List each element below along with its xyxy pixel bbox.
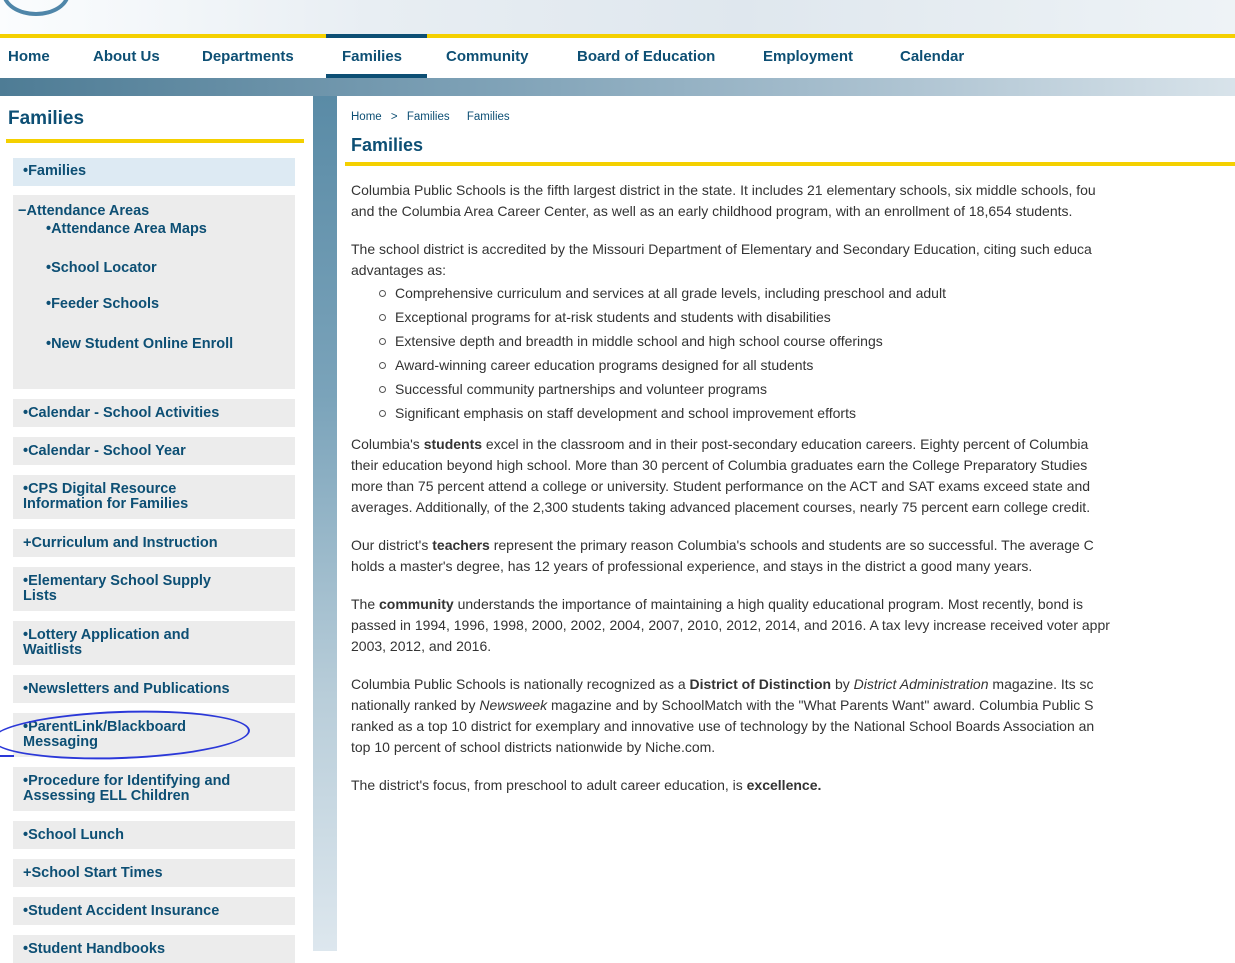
page-title: Families bbox=[351, 135, 424, 155]
focus-text: The district's focus, from preschool to … bbox=[351, 777, 747, 793]
students-text: Columbia's bbox=[351, 436, 424, 452]
nav-employment[interactable]: Employment bbox=[763, 48, 853, 65]
sidebar-item-cps-digital-resource[interactable]: •CPS Digital Resource Information for Fa… bbox=[13, 475, 295, 519]
sidebar-item-feeder-schools[interactable]: •Feeder Schools bbox=[46, 297, 266, 312]
students-line-3: more than 75 percent attend a college or… bbox=[351, 478, 1091, 494]
intro-line-1: Columbia Public Schools is the fifth lar… bbox=[351, 182, 1096, 198]
paragraph-teachers: Our district's teachers represent the pr… bbox=[351, 535, 1235, 577]
decorative-band bbox=[0, 78, 1235, 96]
nav-home[interactable]: Home bbox=[8, 48, 50, 65]
teachers-text: Our district's bbox=[351, 537, 433, 553]
sidebar-title: Families bbox=[8, 108, 85, 129]
recognition-line-3: ranked as a top 10 district for exemplar… bbox=[351, 718, 1095, 734]
recognition-newsweek: Newsweek bbox=[479, 697, 548, 713]
sidebar-item-procedure-ell[interactable]: •Procedure for Identifying and Assessing… bbox=[13, 767, 295, 811]
article-body: Columbia Public Schools is the fifth lar… bbox=[351, 180, 1235, 813]
recognition-line-2-cont: magazine and by SchoolMatch with the "Wh… bbox=[547, 697, 1094, 713]
breadcrumb-separator: > bbox=[390, 111, 398, 123]
breadcrumb-home-link[interactable]: Home bbox=[351, 111, 382, 123]
breadcrumb: Home > Families Families bbox=[351, 111, 516, 123]
header-banner bbox=[0, 0, 1235, 36]
breadcrumb-families-link[interactable]: Families bbox=[407, 111, 450, 123]
title-divider bbox=[345, 162, 1235, 166]
sidebar-item-newsletters-and-publications[interactable]: •Newsletters and Publications bbox=[13, 675, 295, 703]
list-item: Comprehensive curriculum and services at… bbox=[379, 281, 1235, 305]
sidebar-item-lottery-application[interactable]: •Lottery Application and Waitlists bbox=[13, 621, 295, 665]
sidebar-item-curriculum-and-instruction[interactable]: +Curriculum and Instruction bbox=[13, 529, 295, 557]
nav-board-of-education[interactable]: Board of Education bbox=[577, 48, 715, 65]
sidebar-item-attendance-areas[interactable]: −Attendance Areas bbox=[18, 203, 149, 219]
sidebar-item-calendar-school-activities[interactable]: •Calendar - School Activities bbox=[13, 399, 295, 427]
intro-line-2: and the Columbia Area Career Center, as … bbox=[351, 203, 1073, 219]
community-bold: community bbox=[379, 596, 454, 612]
teachers-text-cont: represent the primary reason Columbia's … bbox=[489, 537, 1094, 553]
logo[interactable] bbox=[2, 0, 70, 16]
paragraph-focus: The district's focus, from preschool to … bbox=[351, 775, 1235, 796]
sidebar-item-student-handbooks[interactable]: •Student Handbooks bbox=[13, 935, 295, 963]
recognition-line-4: top 10 percent of school districts natio… bbox=[351, 739, 716, 755]
sidebar-item-school-lunch[interactable]: •School Lunch bbox=[13, 821, 295, 849]
community-text-cont: understands the importance of maintainin… bbox=[453, 596, 1084, 612]
sidebar-item-new-student-online-enroll[interactable]: •New Student Online Enroll bbox=[46, 337, 236, 352]
sidebar-item-calendar-school-year[interactable]: •Calendar - School Year bbox=[13, 437, 295, 465]
sidebar-item-elementary-school-supply-lists[interactable]: •Elementary School Supply Lists bbox=[13, 567, 295, 611]
list-item: Significant emphasis on staff developmen… bbox=[379, 401, 1235, 425]
sidebar-item-families[interactable]: •Families bbox=[13, 158, 295, 186]
community-line-3: 2003, 2012, and 2016. bbox=[351, 638, 492, 654]
students-bold: students bbox=[423, 436, 483, 452]
teachers-line-2: holds a master's degree, has 12 years of… bbox=[351, 558, 1033, 574]
paragraph-recognition: Columbia Public Schools is nationally re… bbox=[351, 674, 1235, 758]
sidebar-item-attendance-area-maps[interactable]: •Attendance Area Maps bbox=[46, 222, 266, 237]
paragraph-intro: Columbia Public Schools is the fifth lar… bbox=[351, 180, 1235, 222]
advantages-list: Comprehensive curriculum and services at… bbox=[351, 281, 1235, 425]
list-item: Successful community partnerships and vo… bbox=[379, 377, 1235, 401]
nav-community[interactable]: Community bbox=[446, 48, 529, 65]
nav-departments[interactable]: Departments bbox=[202, 48, 294, 65]
recognition-italic: District Administration bbox=[853, 676, 989, 692]
main-nav: Home About Us Departments Families Commu… bbox=[0, 34, 1235, 78]
paragraph-accreditation: The school district is accredited by the… bbox=[351, 239, 1235, 281]
breadcrumb-current: Families bbox=[466, 111, 510, 123]
paragraph-community: The community understands the importance… bbox=[351, 594, 1235, 657]
list-item: Exceptional programs for at-risk student… bbox=[379, 305, 1235, 329]
accreditation-line-1: The school district is accredited by the… bbox=[351, 241, 1092, 257]
teachers-bold: teachers bbox=[432, 537, 490, 553]
recognition-line-2: nationally ranked by bbox=[351, 697, 480, 713]
hand-drawn-annotation-tail bbox=[0, 755, 14, 757]
sidebar: Families •Families −Attendance Areas •At… bbox=[0, 96, 308, 963]
sidebar-title-divider bbox=[6, 139, 304, 143]
list-item: Extensive depth and breadth in middle sc… bbox=[379, 329, 1235, 353]
focus-bold: excellence. bbox=[746, 777, 822, 793]
sidebar-item-school-start-times[interactable]: +School Start Times bbox=[13, 859, 295, 887]
decorative-column bbox=[313, 96, 337, 951]
list-item: Award-winning career education programs … bbox=[379, 353, 1235, 377]
community-line-2: passed in 1994, 1996, 1998, 2000, 2002, … bbox=[351, 617, 1110, 633]
main-content: Home > Families Families Families Columb… bbox=[337, 96, 1235, 951]
nav-families[interactable]: Families bbox=[342, 48, 402, 65]
nav-calendar[interactable]: Calendar bbox=[900, 48, 964, 65]
community-text: The bbox=[351, 596, 380, 612]
recognition-text: Columbia Public Schools is nationally re… bbox=[351, 676, 690, 692]
recognition-bold: District of Distinction bbox=[689, 676, 832, 692]
nav-active-indicator-top bbox=[326, 34, 427, 38]
students-line-2: their education beyond high school. More… bbox=[351, 457, 1088, 473]
nav-about-us[interactable]: About Us bbox=[93, 48, 160, 65]
students-text-cont: excel in the classroom and in their post… bbox=[482, 436, 1089, 452]
paragraph-students: Columbia's students excel in the classro… bbox=[351, 434, 1235, 518]
students-line-4: averages. Additionally, of the 2,300 stu… bbox=[351, 499, 1091, 515]
sidebar-item-student-accident-insurance[interactable]: •Student Accident Insurance bbox=[13, 897, 295, 925]
accreditation-line-2: advantages as: bbox=[351, 262, 446, 278]
sidebar-group-attendance-areas: −Attendance Areas •Attendance Area Maps … bbox=[13, 195, 295, 389]
recognition-text-cont: magazine. Its sc bbox=[988, 676, 1094, 692]
recognition-by: by bbox=[831, 676, 854, 692]
sidebar-item-school-locator[interactable]: •School Locator bbox=[46, 261, 266, 276]
